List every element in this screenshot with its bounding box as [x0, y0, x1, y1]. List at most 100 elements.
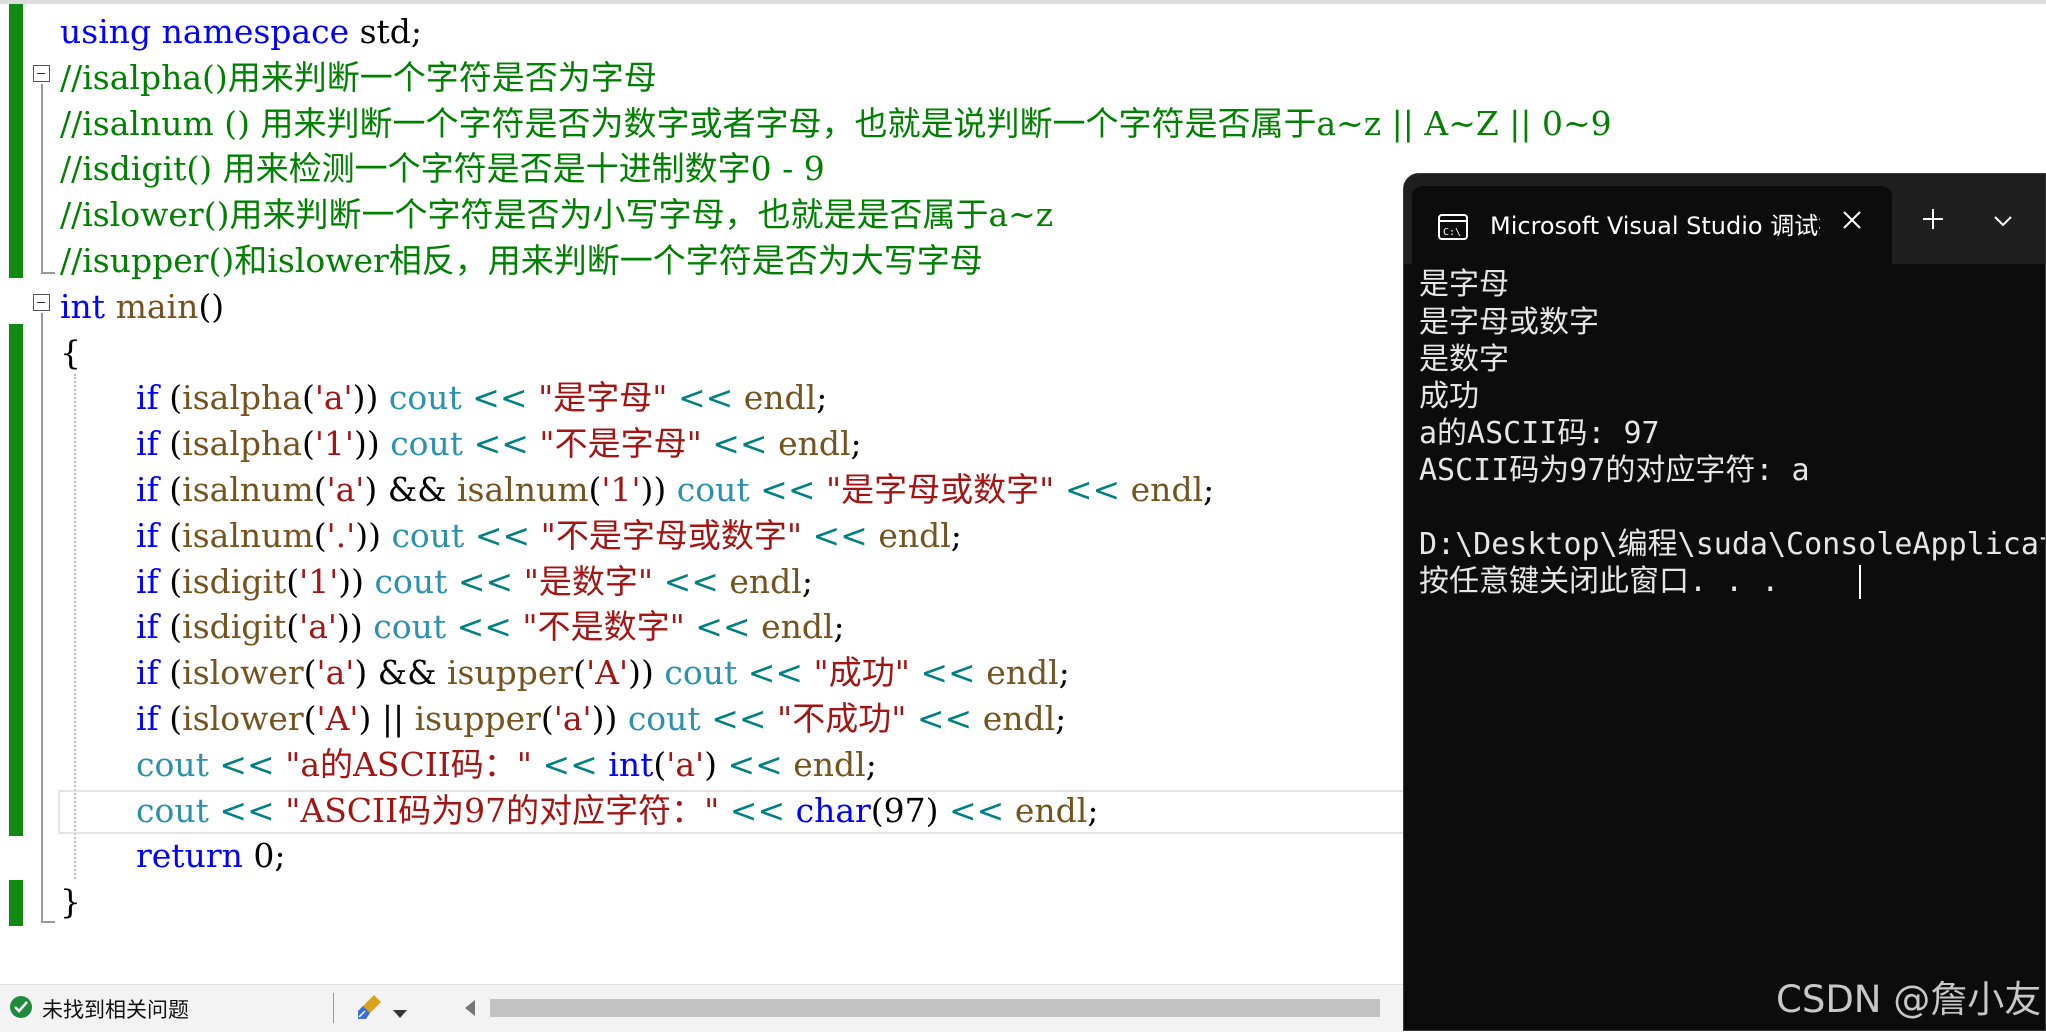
code-line[interactable]: cout << "a的ASCII码：" << int('a') << endl;	[136, 743, 877, 787]
code-token: isalnum	[182, 515, 314, 555]
code-line[interactable]: if (isalnum('.')) cout << "不是字母或数字" << e…	[136, 514, 962, 558]
code-token: ;	[1055, 699, 1067, 738]
terminal-tab-title: Microsoft Visual Studio 调试控制台	[1490, 212, 1820, 240]
code-token: 0;	[242, 836, 286, 876]
code-line[interactable]: if (isalpha('a')) cout << "是字母" << endl;	[136, 376, 827, 420]
code-line[interactable]: if (isalpha('1')) cout << "不是字母" << endl…	[136, 422, 862, 466]
code-token: 'a'	[299, 607, 337, 647]
csdn-watermark: CSDN @詹小友	[1776, 978, 2042, 1021]
code-token: (	[301, 378, 315, 418]
code-line[interactable]: //isdigit() 用来检测一个字符是否是十进制数字0 - 9	[60, 147, 825, 191]
code-token: <<	[219, 790, 275, 830]
code-token: isalnum	[182, 470, 314, 509]
code-token: <<	[711, 699, 767, 738]
code-token: {	[60, 332, 81, 372]
code-token: cout	[627, 699, 701, 738]
chevron-down-icon[interactable]	[393, 1003, 407, 1022]
code-token: ) ||	[358, 699, 415, 738]
code-line[interactable]: //isalnum () 用来判断一个字符是否为数字或者字母，也就是说判断一个字…	[60, 102, 1612, 146]
code-token: (	[573, 653, 587, 693]
code-token: "不是字母或数字"	[540, 515, 802, 555]
horizontal-scrollbar[interactable]	[490, 999, 1380, 1017]
code-token: int	[60, 286, 106, 326]
code-token: cout	[388, 378, 462, 418]
code-token: ))	[338, 561, 375, 601]
collapse-main-function-icon[interactable]	[33, 294, 50, 311]
code-line[interactable]: {	[60, 331, 81, 375]
console-output-line: ASCII码为97的对应字符: a	[1419, 453, 1810, 488]
code-token: "不是数字"	[522, 607, 685, 647]
code-token: '1'	[601, 470, 641, 509]
code-line[interactable]: int main()	[60, 285, 224, 329]
code-token: if	[136, 424, 159, 464]
scroll-left-arrow-icon[interactable]	[464, 1000, 476, 1020]
code-token: <<	[677, 378, 734, 418]
code-token: cout	[390, 424, 464, 464]
code-line[interactable]: //isalpha()用来判断一个字符是否为字母	[60, 56, 657, 100]
code-token: 'a'	[314, 378, 353, 418]
code-line[interactable]: return 0;	[136, 834, 285, 878]
code-line[interactable]: if (isdigit('1')) cout << "是数字" << endl;	[136, 560, 813, 604]
code-line[interactable]: //isupper()和islower相反，用来判断一个字符是否为大写字母	[60, 239, 983, 283]
code-token: (	[286, 561, 300, 601]
code-line[interactable]: cout << "ASCII码为97的对应字符：" << char(97) <<…	[136, 789, 1098, 833]
code-token: "是数字"	[523, 561, 654, 601]
code-token: <<	[1064, 470, 1121, 509]
code-token: endl	[761, 607, 834, 647]
issues-status-text[interactable]: 未找到相关问题	[42, 994, 189, 1024]
code-token: <<	[712, 424, 768, 464]
code-cleanup-brush-icon[interactable]	[356, 992, 386, 1026]
code-token: if	[136, 699, 159, 738]
code-token: if	[136, 515, 159, 555]
code-line[interactable]: //islower()用来判断一个字符是否为小写字母，也就是是否属于a~z	[60, 193, 1053, 237]
code-line[interactable]: using namespace std;	[60, 10, 422, 54]
code-token: char	[795, 790, 871, 830]
code-token: ))	[336, 607, 374, 647]
terminal-tab[interactable]: C:\ Microsoft Visual Studio 调试控制台	[1412, 186, 1892, 264]
code-token: endl	[982, 699, 1056, 738]
code-line[interactable]: if (islower('A') || isupper('a')) cout <…	[136, 697, 1066, 741]
code-line[interactable]: if (islower('a') && isupper('A')) cout <…	[136, 651, 1070, 695]
editor-status-bar: 未找到相关问题	[0, 984, 1403, 1032]
code-token: if	[136, 378, 159, 418]
debug-console-window[interactable]: C:\ Microsoft Visual Studio 调试控制台 是字母 是字…	[1403, 173, 2046, 1031]
code-token: ;	[801, 561, 813, 601]
code-token: using	[60, 12, 152, 51]
outline-line	[41, 313, 43, 923]
code-token: endl	[1130, 470, 1204, 509]
code-token: isdigit	[182, 607, 287, 647]
code-token: isupper	[414, 699, 541, 738]
code-token: islower	[182, 699, 304, 738]
code-line[interactable]: }	[60, 880, 81, 924]
close-tab-icon[interactable]	[1842, 210, 1862, 234]
code-line[interactable]: if (isdigit('a')) cout << "不是数字" << endl…	[136, 605, 845, 649]
code-token: ) &&	[364, 470, 457, 509]
collapse-comment-block-icon[interactable]	[33, 65, 50, 82]
tab-dropdown-chevron-icon[interactable]	[1994, 212, 2012, 231]
code-token: (	[158, 699, 183, 738]
code-line[interactable]: if (isalnum('a') && isalnum('1')) cout <…	[136, 468, 1214, 512]
console-output-line: 按任意键关闭此窗口. . .	[1419, 564, 1780, 599]
code-token: isalnum	[457, 470, 589, 509]
code-token: main	[115, 286, 199, 326]
code-token: isdigit	[182, 561, 287, 601]
new-tab-plus-icon[interactable]	[1922, 208, 1944, 234]
code-token: ;	[1087, 790, 1099, 830]
